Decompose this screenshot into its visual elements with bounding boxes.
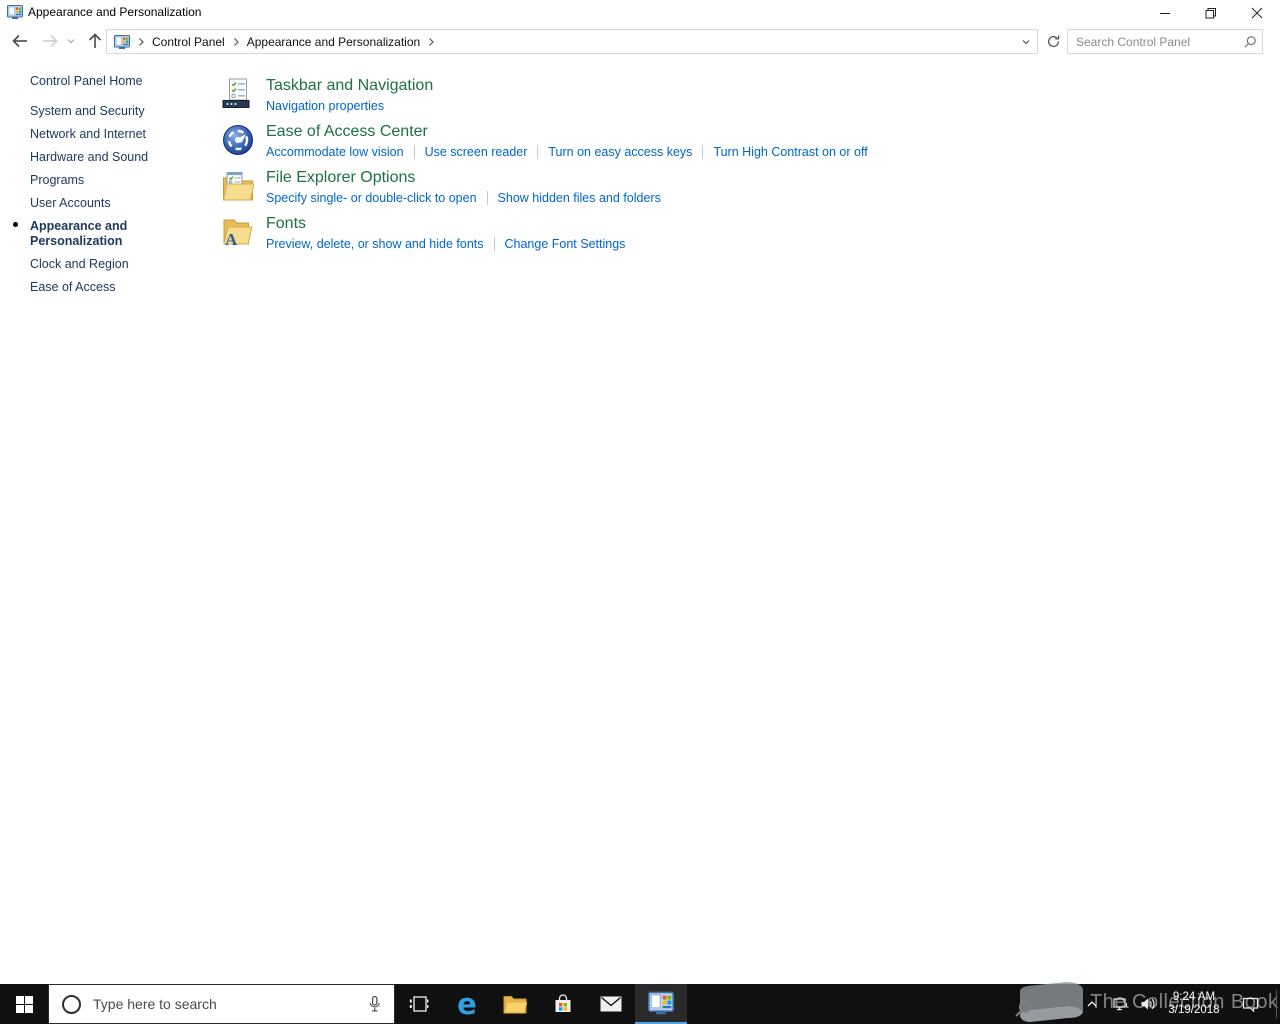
microphone-icon[interactable] [367, 995, 382, 1014]
link-show-hidden-files-and-folders[interactable]: Show hidden files and folders [498, 191, 661, 205]
link-divider [702, 145, 704, 159]
cortana-icon[interactable] [62, 994, 81, 1014]
edge-glyph: e [457, 987, 477, 1021]
category-links: Preview, delete, or show and hide fonts … [266, 236, 625, 252]
category-title-file-explorer-options[interactable]: File Explorer Options [266, 168, 661, 188]
link-preview-delete-show-hide-fonts[interactable]: Preview, delete, or show and hide fonts [266, 237, 484, 251]
sidebar-item-ease-of-access[interactable]: Ease of Access [30, 276, 188, 299]
control-panel-icon [648, 991, 674, 1016]
taskbar-navigation-icon[interactable] [222, 78, 254, 110]
svg-text:A: A [225, 230, 238, 248]
sidebar-item-control-panel-home[interactable]: Control Panel Home [30, 74, 212, 88]
category-body: File Explorer Options Specify single- or… [266, 168, 661, 206]
sidebar-item-network-and-internet[interactable]: Network and Internet [30, 123, 188, 146]
recent-locations-chevron-icon[interactable] [63, 28, 79, 54]
collection-book-icon [1015, 982, 1083, 1022]
link-divider [413, 145, 415, 159]
up-button[interactable] [82, 28, 108, 54]
category-links: Specify single- or double-click to open … [266, 190, 661, 206]
category-ease-of-access-center: Ease of Access Center Accommodate low vi… [222, 122, 1062, 160]
breadcrumb-chevron-icon[interactable] [232, 37, 240, 47]
category-fonts: A Fonts Preview, delete, or show and hid… [222, 214, 1062, 252]
close-button[interactable] [1234, 0, 1280, 26]
main-content: Taskbar and Navigation Navigation proper… [222, 76, 1062, 260]
breadcrumb-control-panel[interactable]: Control Panel [152, 35, 225, 49]
sidebar-item-label: Appearance and Personalization [30, 219, 128, 248]
show-hidden-icons-button[interactable] [1080, 984, 1104, 1024]
ease-of-access-icon[interactable] [222, 124, 254, 156]
link-navigation-properties[interactable]: Navigation properties [266, 99, 384, 113]
windows-logo-icon [15, 995, 33, 1013]
sidebar-item-appearance-and-personalization[interactable]: Appearance and Personalization [13, 215, 188, 253]
address-dropdown-chevron-icon[interactable] [1015, 30, 1037, 53]
clock-date: 3/19/2018 [1168, 1004, 1220, 1016]
category-file-explorer-options: File Explorer Options Specify single- or… [222, 168, 1062, 206]
link-turn-on-easy-access-keys[interactable]: Turn on easy access keys [548, 145, 692, 159]
sidebar-item-user-accounts[interactable]: User Accounts [30, 192, 188, 215]
category-title-taskbar-and-navigation[interactable]: Taskbar and Navigation [266, 76, 433, 96]
sidebar: Control Panel Home System and Security N… [0, 58, 212, 299]
taskbar-search-box [48, 984, 395, 1024]
file-explorer-icon[interactable] [491, 984, 539, 1024]
show-desktop-button[interactable] [1276, 990, 1277, 1018]
category-body: Ease of Access Center Accommodate low vi… [266, 122, 868, 160]
control-panel-taskbar-button[interactable] [635, 984, 687, 1024]
link-use-screen-reader[interactable]: Use screen reader [425, 145, 528, 159]
category-body: Fonts Preview, delete, or show and hide … [266, 214, 625, 252]
file-explorer-options-icon[interactable] [222, 170, 254, 202]
sidebar-item-system-and-security[interactable]: System and Security [30, 100, 188, 123]
control-panel-icon [7, 5, 23, 20]
link-specify-single-or-double-click[interactable]: Specify single- or double-click to open [266, 191, 477, 205]
address-bar[interactable]: Control Panel Appearance and Personaliza… [106, 29, 1038, 54]
taskbar: e The Collection B [0, 982, 1280, 1024]
category-title-ease-of-access-center[interactable]: Ease of Access Center [266, 122, 868, 142]
taskbar-clock[interactable]: 9:24 AM 3/19/2018 [1160, 984, 1228, 1024]
link-change-font-settings[interactable]: Change Font Settings [505, 237, 626, 251]
restore-button[interactable] [1188, 0, 1234, 26]
task-view-button[interactable] [395, 984, 443, 1024]
breadcrumb-chevron-icon[interactable] [137, 37, 145, 47]
minimize-button[interactable] [1142, 0, 1188, 26]
link-divider [486, 191, 488, 205]
sidebar-item-clock-and-region[interactable]: Clock and Region [30, 253, 188, 276]
link-divider [537, 145, 539, 159]
control-panel-icon [114, 34, 130, 49]
category-links: Navigation properties [266, 98, 433, 114]
sidebar-item-hardware-and-sound[interactable]: Hardware and Sound [30, 146, 188, 169]
category-body: Taskbar and Navigation Navigation proper… [266, 76, 433, 114]
sidebar-category-list: System and Security Network and Internet… [13, 100, 188, 299]
link-divider [493, 237, 495, 251]
sidebar-item-programs[interactable]: Programs [30, 169, 188, 192]
search-icon[interactable] [1238, 35, 1262, 49]
back-button[interactable] [7, 28, 33, 54]
refresh-button[interactable] [1042, 29, 1064, 54]
window-title: Appearance and Personalization [28, 5, 202, 19]
search-input[interactable] [1068, 34, 1238, 49]
category-title-fonts[interactable]: Fonts [266, 214, 625, 234]
network-icon[interactable] [1108, 984, 1134, 1024]
link-accommodate-low-vision[interactable]: Accommodate low vision [266, 145, 404, 159]
volume-icon[interactable] [1136, 984, 1160, 1024]
microsoft-store-icon[interactable] [539, 984, 587, 1024]
category-links: Accommodate low vision Use screen reader… [266, 144, 868, 160]
active-bullet-icon [13, 222, 18, 227]
taskbar-search-input[interactable] [81, 996, 367, 1012]
navigation-bar: Control Panel Appearance and Personaliza… [0, 24, 1280, 58]
start-button[interactable] [0, 984, 48, 1024]
action-center-icon[interactable] [1230, 984, 1270, 1024]
microsoft-edge-icon[interactable]: e [443, 984, 491, 1024]
fonts-icon[interactable]: A [222, 216, 254, 248]
category-taskbar-and-navigation: Taskbar and Navigation Navigation proper… [222, 76, 1062, 114]
window-titlebar: Appearance and Personalization [0, 0, 1280, 24]
forward-button[interactable] [37, 28, 63, 54]
control-panel-search-box [1067, 29, 1263, 54]
mail-icon[interactable] [587, 984, 635, 1024]
link-turn-high-contrast-on-or-off[interactable]: Turn High Contrast on or off [713, 145, 867, 159]
breadcrumb-current-page[interactable]: Appearance and Personalization [247, 35, 420, 49]
window-controls [1142, 0, 1280, 26]
breadcrumb-chevron-icon[interactable] [427, 37, 435, 47]
clock-time: 9:24 AM [1172, 991, 1216, 1003]
